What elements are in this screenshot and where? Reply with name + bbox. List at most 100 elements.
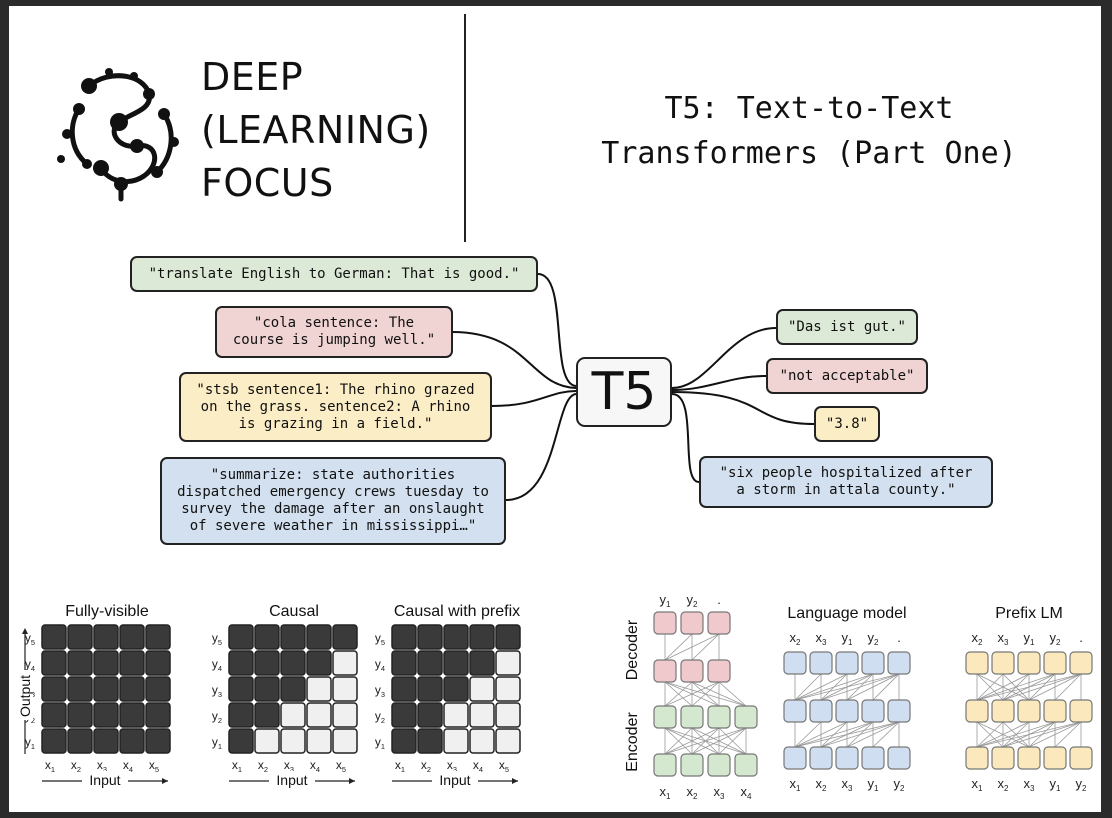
mask-title-0: Fully-visible [65,603,149,620]
mask-x-label: x2 [258,758,268,774]
arch-unit [680,611,704,635]
mask-x-label: x1 [45,758,55,774]
arch-unit [707,753,731,777]
arch-unit [1069,651,1093,675]
mask-cell [332,650,358,676]
arch-unit [991,746,1015,770]
arch-unit [809,746,833,770]
mask-cell [280,702,306,728]
t5-model-box: T5 [576,357,672,427]
mask-cell [495,702,521,728]
mask-cell [443,624,469,650]
arch-unit [1043,699,1067,723]
mask-cell [443,702,469,728]
mask-cell [93,650,119,676]
mask-cell [41,728,67,754]
mask-cell [391,702,417,728]
arch-unit [1017,746,1041,770]
mask-y-label: y1 [25,735,35,751]
arch-unit [887,699,911,723]
mask-y-label: y2 [375,709,385,725]
arch-connection [691,633,720,661]
arch-input-token: x1 [790,776,802,793]
arch-unit [1069,699,1093,723]
arch-connection [794,673,822,701]
mask-cell [306,624,332,650]
input-stsb: "stsb sentence1: The rhino grazed on the… [179,372,492,442]
mask-cell [443,676,469,702]
arch-unit [965,651,989,675]
mask-cell [254,728,280,754]
arch-unit [653,753,677,777]
mask-x-label: x5 [149,758,159,774]
arch-input-token: x1 [972,776,984,793]
mask-cell [443,728,469,754]
arch-output-token: . [897,630,901,645]
arch-output-token: . [1079,630,1083,645]
input-translate: "translate English to German: That is go… [130,256,538,292]
mask-cell [41,650,67,676]
arch-unit [783,699,807,723]
mask-cell [145,676,171,702]
arch-input-token: x2 [998,776,1010,793]
mask-cell [93,702,119,728]
arch-unit [653,705,677,729]
arch-unit [861,746,885,770]
mask-y-label: y2 [212,709,222,725]
mask-cell [306,702,332,728]
input-summarize: "summarize: state authorities dispatched… [160,457,506,545]
output-cola: "not acceptable" [766,358,928,394]
mask-cell [332,702,358,728]
arch-unit [965,699,989,723]
mask-cell [495,676,521,702]
prefix-lm-title: Prefix LM [995,605,1063,622]
mask-cell [67,624,93,650]
encoder-input-token: x1 [660,784,672,801]
mask-y-label: y4 [375,657,385,673]
mask-cell [93,624,119,650]
arch-unit [783,651,807,675]
output-stsb: "3.8" [814,406,880,442]
mask-cell [93,676,119,702]
encoder-input-token: x3 [714,784,726,801]
arch-unit [707,659,731,683]
mask-cell [67,676,93,702]
mask-x-label: x5 [499,758,509,774]
mask-cell [391,728,417,754]
mask-cell [280,676,306,702]
arch-connection [820,673,848,701]
input-label: Input [89,772,120,788]
arrow-head [162,778,168,784]
output-summary: "six people hospitalized after a storm i… [699,456,993,508]
arch-output-token: y2 [1050,630,1062,647]
arch-unit [653,659,677,683]
mask-y-label: y1 [375,735,385,751]
mask-cell [495,624,521,650]
mask-x-label: x1 [395,758,405,774]
mask-cell [306,650,332,676]
mask-cell [469,624,495,650]
mask-cell [119,650,145,676]
mask-cell [67,650,93,676]
mask-cell [306,676,332,702]
mask-y-label: y3 [212,683,222,699]
arch-unit [991,651,1015,675]
arch-input-token: y1 [1050,776,1062,793]
mask-y-label: y3 [375,683,385,699]
arch-output-token: y1 [1024,630,1036,647]
decoder-label: Decoder [624,619,641,680]
arch-unit [707,611,731,635]
mask-cell [145,702,171,728]
architecture-diagrams: y1 y2 . x1 x2 x3 x4 Decoder Encoder Language mode… [624,592,1093,801]
arch-connection [664,633,693,661]
mask-cell [41,702,67,728]
arch-input-token: x3 [1024,776,1036,793]
mask-x-label: x2 [71,758,81,774]
arch-output-token: x3 [998,630,1010,647]
mask-title-1: Causal [269,603,319,620]
mask-cell [332,624,358,650]
arch-unit [680,753,704,777]
arch-connection [846,673,874,701]
arch-unit [809,699,833,723]
arrow-head [349,778,355,784]
